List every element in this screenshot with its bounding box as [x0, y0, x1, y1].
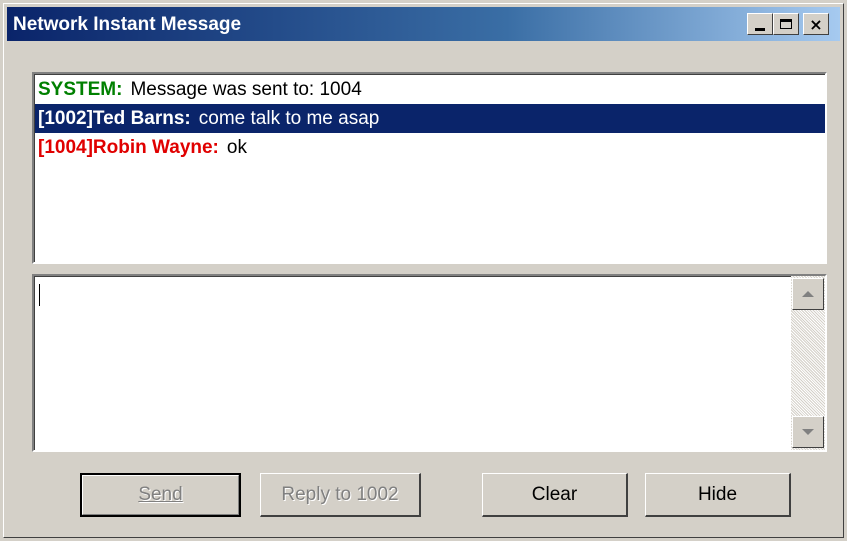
window-title: Network Instant Message — [13, 14, 242, 35]
scroll-up-button[interactable] — [792, 278, 824, 310]
message-sender: [1002]Ted Barns: — [38, 108, 191, 129]
message-text: come talk to me asap — [198, 108, 380, 129]
title-bar[interactable]: Network Instant Message × — [7, 7, 840, 41]
maximize-icon — [780, 19, 792, 29]
message-row-system[interactable]: SYSTEM: Message was sent to: 1004 — [35, 75, 825, 104]
message-sender: [1004]Robin Wayne: — [38, 137, 219, 158]
hide-button[interactable]: Hide — [645, 473, 791, 517]
maximize-button[interactable] — [773, 13, 799, 35]
send-button-label: Send — [138, 484, 183, 505]
compose-scrollbar[interactable] — [791, 276, 825, 450]
message-text: ok — [226, 137, 247, 158]
minimize-icon — [755, 27, 765, 31]
minimize-button[interactable] — [747, 13, 773, 35]
message-input[interactable] — [34, 276, 791, 450]
message-row-robin-wayne[interactable]: [1004]Robin Wayne: ok — [35, 133, 825, 162]
message-text: Message was sent to: 1004 — [130, 79, 362, 100]
hide-button-label: Hide — [697, 483, 738, 505]
arrow-up-icon — [802, 291, 814, 297]
message-sender: SYSTEM: — [38, 79, 123, 100]
arrow-down-icon — [802, 429, 814, 435]
message-history-list[interactable]: SYSTEM: Message was sent to: 1004 [1002]T… — [32, 72, 827, 264]
send-button[interactable]: Send — [80, 473, 241, 517]
reply-button[interactable]: Reply to 1002 — [260, 473, 421, 517]
clear-button[interactable]: Clear — [482, 473, 628, 517]
text-caret — [39, 284, 40, 306]
compose-box — [32, 274, 827, 452]
close-icon: × — [809, 14, 823, 34]
reply-button-label: Reply to 1002 — [281, 483, 399, 505]
clear-button-label: Clear — [531, 483, 578, 505]
close-button[interactable]: × — [803, 13, 829, 35]
message-row-ted-barns[interactable]: [1002]Ted Barns: come talk to me asap — [35, 104, 825, 133]
scroll-down-button[interactable] — [792, 416, 824, 448]
